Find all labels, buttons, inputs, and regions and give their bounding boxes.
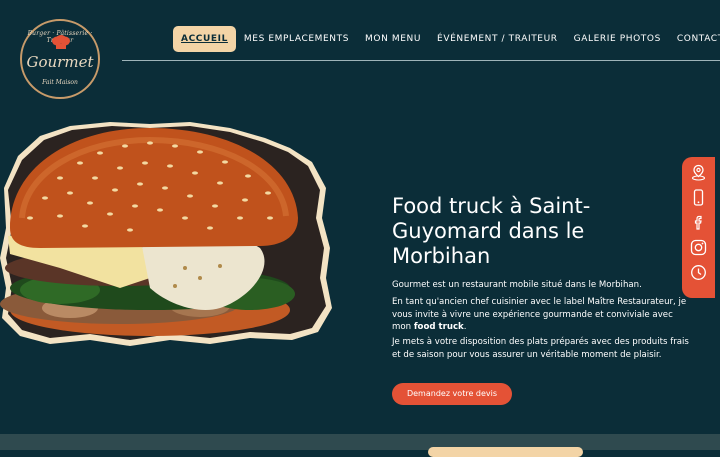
social-sidebar (682, 157, 715, 298)
hero-title: Food truck à Saint-Guyomard dans le Morb… (392, 194, 591, 268)
next-section-band (0, 434, 720, 450)
next-section-pill (428, 447, 583, 457)
hero-paragraph-1: Gourmet est un restaurant mobile situé d… (392, 280, 642, 290)
logo[interactable]: Burger · Pâtisserie · Traiteur Gourmet F… (20, 19, 100, 99)
hero-paragraph-2: En tant qu'ancien chef cuisinier avec le… (392, 296, 692, 334)
logo-brand: Gourmet (26, 53, 94, 71)
chef-hat-icon (52, 35, 70, 49)
hero-paragraph-2-end: . (463, 322, 467, 332)
main-nav: ACCUEIL MES EMPLACEMENTS MON MENU ÉVÉNEM… (173, 25, 720, 53)
quote-request-button[interactable]: Demandez votre devis (392, 383, 512, 405)
hero-paragraph-3: Je mets à votre disposition des plats pr… (392, 337, 689, 360)
nav-item-mes-emplacements[interactable]: MES EMPLACEMENTS (236, 26, 357, 52)
nav-item-accueil[interactable]: ACCUEIL (173, 26, 236, 52)
facebook-icon[interactable] (690, 214, 707, 231)
instagram-icon[interactable] (690, 239, 707, 256)
clock-icon[interactable] (690, 264, 707, 281)
logo-tagline: Fait Maison (42, 79, 78, 86)
burger-image (0, 122, 332, 346)
nav-item-galerie-photos[interactable]: GALERIE PHOTOS (566, 26, 669, 52)
nav-item-evenement-traiteur[interactable]: ÉVÉNEMENT / TRAITEUR (429, 26, 566, 52)
location-icon[interactable] (690, 164, 707, 181)
nav-item-mon-menu[interactable]: MON MENU (357, 26, 429, 52)
phone-icon[interactable] (690, 189, 707, 206)
nav-item-contact[interactable]: CONTACT (669, 26, 720, 52)
nav-divider (122, 60, 720, 61)
hero-paragraph-2-bold: food truck (413, 322, 464, 332)
